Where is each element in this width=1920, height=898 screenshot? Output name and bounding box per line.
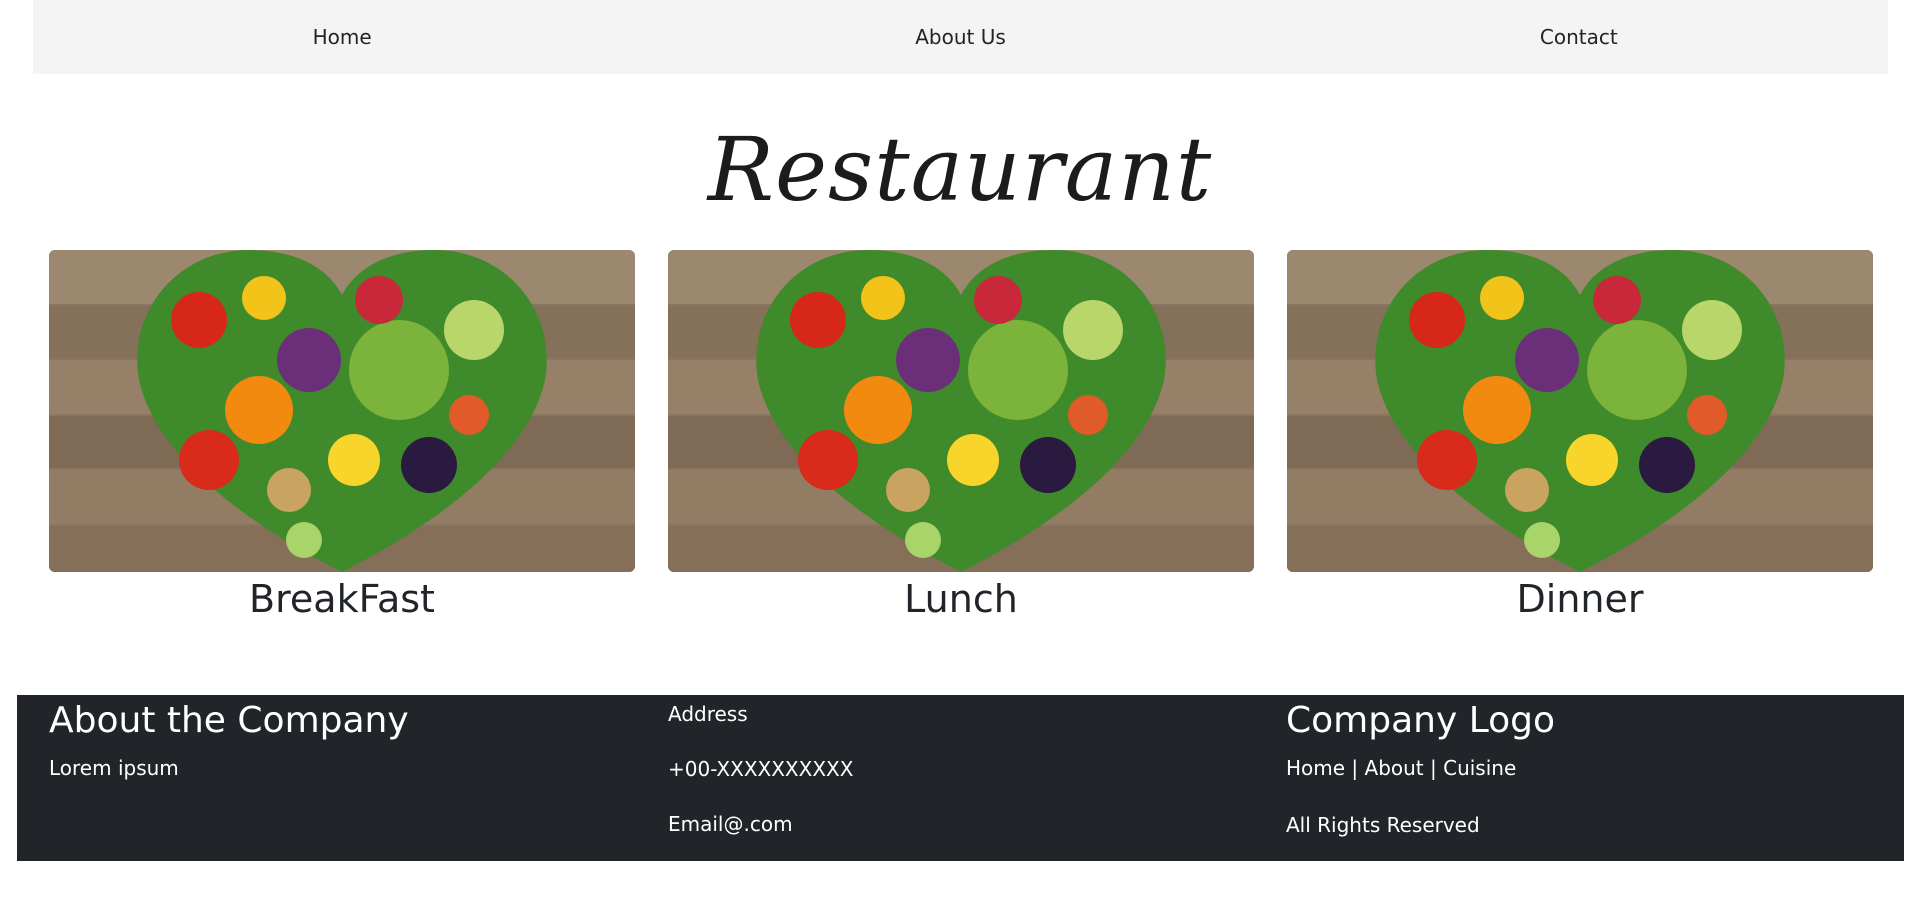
footer-links[interactable]: Home | About | Cuisine bbox=[1286, 755, 1516, 781]
vegetable-heart-image bbox=[49, 250, 635, 572]
footer-about-text: Lorem ipsum bbox=[49, 756, 179, 780]
card-title-breakfast: BreakFast bbox=[249, 577, 435, 621]
card-title-lunch: Lunch bbox=[904, 577, 1018, 621]
footer-email: Email@.com bbox=[668, 812, 793, 836]
footer-about-heading: About the Company bbox=[49, 700, 409, 741]
nav-link-contact[interactable]: Contact bbox=[1270, 0, 1888, 74]
top-navbar: Home About Us Contact bbox=[33, 0, 1888, 74]
meal-card-dinner: Dinner bbox=[1287, 250, 1873, 622]
meal-cards: BreakFast Lunch Dinner bbox=[49, 250, 1873, 622]
footer-company-logo-heading: Company Logo bbox=[1286, 700, 1556, 741]
meal-card-lunch: Lunch bbox=[668, 250, 1254, 622]
meal-card-breakfast: BreakFast bbox=[49, 250, 635, 622]
nav-link-home[interactable]: Home bbox=[33, 0, 651, 74]
footer-phone: +00-XXXXXXXXXX bbox=[668, 757, 854, 781]
nav-link-about-us[interactable]: About Us bbox=[651, 0, 1269, 74]
page-footer: About the Company Lorem ipsum Address +0… bbox=[17, 695, 1904, 861]
footer-address: Address bbox=[668, 702, 748, 726]
footer-rights: All Rights Reserved bbox=[1286, 813, 1480, 837]
vegetable-heart-image bbox=[1287, 250, 1873, 572]
page-title: Restaurant bbox=[707, 118, 1213, 221]
footer-about-column: About the Company Lorem ipsum bbox=[49, 695, 409, 780]
card-title-dinner: Dinner bbox=[1516, 577, 1644, 621]
footer-company-column: Company Logo Home | About | Cuisine All … bbox=[1286, 695, 1556, 837]
vegetable-heart-image bbox=[668, 250, 1254, 572]
